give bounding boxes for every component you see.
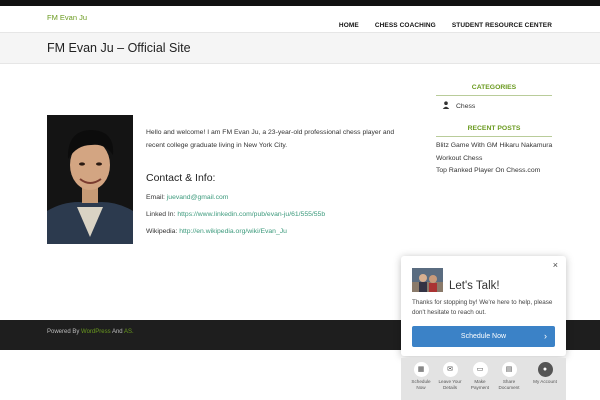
recent-post-link[interactable]: Blitz Game With GM Hikaru Nakamura xyxy=(436,142,552,149)
recent-posts-heading: RECENT POSTS xyxy=(436,125,552,137)
action-label: My Account xyxy=(533,379,557,384)
mail-icon: ✉ xyxy=(442,362,458,377)
wikipedia-link[interactable]: http://en.wikipedia.org/wiki/Evan_Ju xyxy=(179,228,287,235)
category-label: Chess xyxy=(456,102,476,110)
top-bar xyxy=(0,0,600,6)
share-document-action[interactable]: ▤ Share Document xyxy=(493,362,525,391)
make-payment-action[interactable]: ▭ Make Payment xyxy=(464,362,496,391)
categories-heading: CATEGORIES xyxy=(436,84,552,96)
and-label: And xyxy=(111,329,123,335)
linkedin-label: Linked In: xyxy=(146,211,176,218)
contact-heading: Contact & Info: xyxy=(146,172,216,184)
document-icon: ▤ xyxy=(501,362,517,377)
action-label: Document xyxy=(498,385,520,390)
linkedin-row: Linked In: https://www.linkedin.com/pub/… xyxy=(146,211,325,218)
user-icon: ● xyxy=(537,362,553,377)
schedule-now-action[interactable]: ▦ Schedule Now xyxy=(405,362,437,391)
leave-details-action[interactable]: ✉ Leave Your Details xyxy=(434,362,466,391)
as-link[interactable]: AS. xyxy=(124,329,134,335)
page-title: FM Evan Ju – Official Site xyxy=(47,41,191,55)
main-nav: HOME CHESS COACHING STUDENT RESOURCE CEN… xyxy=(323,22,552,29)
wikipedia-label: Wikipedia: xyxy=(146,228,178,235)
email-row: Email: juevand@gmail.com xyxy=(146,194,228,201)
title-bar: FM Evan Ju – Official Site xyxy=(0,32,600,64)
chevron-right-icon: › xyxy=(544,331,547,341)
site-title-link[interactable]: FM Evan Ju xyxy=(47,13,87,22)
recent-post-link[interactable]: Workout Chess xyxy=(436,155,482,162)
schedule-now-button[interactable]: Schedule Now › xyxy=(412,326,555,347)
powered-by-label: Powered By xyxy=(47,329,80,335)
folder-icon xyxy=(442,101,450,111)
powered-by-text: Powered By WordPress And AS. xyxy=(47,329,134,335)
email-link[interactable]: juevand@gmail.com xyxy=(167,194,229,201)
chat-avatar xyxy=(412,268,443,292)
action-label: Payment xyxy=(470,385,490,390)
action-label: Now xyxy=(416,385,426,390)
email-label: Email: xyxy=(146,194,165,201)
my-account-action[interactable]: ● My Account xyxy=(529,362,561,385)
nav-chess-coaching[interactable]: CHESS COACHING xyxy=(375,22,436,29)
nav-home[interactable]: HOME xyxy=(339,22,359,29)
action-label: Details xyxy=(442,385,458,390)
card-icon: ▭ xyxy=(472,362,488,377)
calendar-icon: ▦ xyxy=(413,362,429,377)
wordpress-link[interactable]: WordPress xyxy=(81,329,111,335)
close-icon[interactable]: × xyxy=(553,260,558,270)
recent-post-link[interactable]: Top Ranked Player On Chess.com xyxy=(436,167,540,174)
chat-action-bar: ▦ Schedule Now ✉ Leave Your Details ▭ Ma… xyxy=(401,358,566,400)
category-item[interactable]: Chess xyxy=(442,101,475,111)
chat-title: Let's Talk! xyxy=(449,280,500,292)
nav-student-resource-center[interactable]: STUDENT RESOURCE CENTER xyxy=(452,22,552,29)
chat-message: Thanks for stopping by! We're here to he… xyxy=(412,299,553,316)
profile-photo xyxy=(47,115,133,244)
wikipedia-row: Wikipedia: http://en.wikipedia.org/wiki/… xyxy=(146,228,287,235)
intro-text: Hello and welcome! I am FM Evan Ju, a 23… xyxy=(146,129,395,149)
schedule-now-label: Schedule Now xyxy=(460,333,507,340)
linkedin-link[interactable]: https://www.linkedin.com/pub/evan-ju/61/… xyxy=(177,211,325,218)
chat-widget: × Let's Talk! Thanks for stopping by! We… xyxy=(401,256,566,356)
